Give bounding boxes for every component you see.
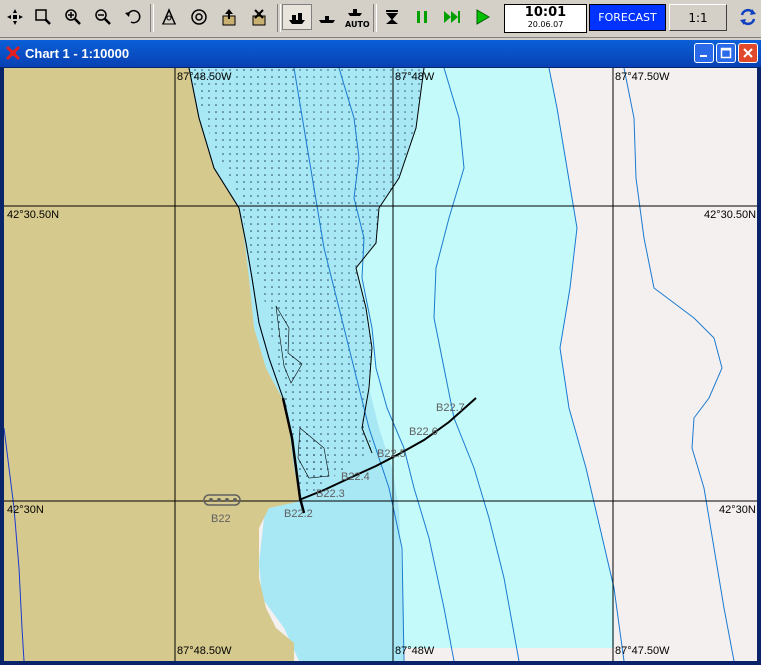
longitude-label: 87°48.50W: [177, 71, 232, 83]
toolbar-separator: [373, 4, 377, 32]
buoy-label[interactable]: B22.7: [436, 402, 465, 414]
chart-map: [4, 68, 757, 661]
buoy-label[interactable]: B22.6: [409, 426, 438, 438]
undo-zoom-icon[interactable]: [120, 4, 146, 30]
route-icon[interactable]: [156, 4, 182, 30]
clock-time: 10:01: [524, 5, 567, 20]
zoom-out-icon[interactable]: [90, 4, 116, 30]
vessel-icon[interactable]: [314, 4, 340, 30]
step-down-icon[interactable]: [379, 4, 405, 30]
zoom-in-icon[interactable]: [60, 4, 86, 30]
delete-icon[interactable]: [246, 4, 272, 30]
window-title: Chart 1 - 1:10000: [25, 46, 130, 61]
buoy-label[interactable]: B22.2: [284, 508, 313, 520]
latitude-label: 42°30.50N: [704, 209, 757, 221]
buoy-label[interactable]: B22: [211, 513, 231, 525]
longitude-label: 87°47.50W: [615, 645, 670, 657]
buoy-label[interactable]: B22.4: [341, 471, 370, 483]
chart-window: Chart 1 - 1:10000 87°48.50W 87°48W 87°47…: [0, 40, 761, 665]
ship-icon[interactable]: [282, 4, 312, 30]
longitude-label: 87°47.50W: [615, 71, 670, 83]
toolbar-separator: [277, 4, 281, 32]
window-titlebar[interactable]: Chart 1 - 1:10000: [0, 40, 761, 67]
clock-display: 10:01 20.06.07: [504, 4, 587, 33]
longitude-label: 87°48W: [395, 71, 435, 83]
buoy-label[interactable]: B22.3: [316, 488, 345, 500]
auto-icon[interactable]: AUTO: [342, 4, 370, 30]
scale-button[interactable]: 1:1: [669, 4, 727, 31]
close-icon: [743, 48, 753, 58]
play-icon[interactable]: [469, 4, 495, 30]
latitude-label: 42°30N: [7, 504, 44, 516]
clock-date: 20.06.07: [527, 20, 564, 29]
auto-label: AUTO: [345, 20, 370, 29]
minimize-icon: [700, 55, 707, 57]
maximize-icon: [720, 47, 732, 59]
toolbar-separator: [150, 4, 154, 32]
zoom-window-icon[interactable]: [30, 4, 56, 30]
target-icon[interactable]: [186, 4, 212, 30]
toolbar: AUTO 10:01 20.06.07 FORECAST 1:1: [0, 0, 761, 38]
latitude-label: 42°30.50N: [7, 209, 60, 221]
longitude-label: 87°48W: [395, 645, 435, 657]
pan-icon[interactable]: [2, 4, 28, 30]
latitude-label: 42°30N: [719, 504, 756, 516]
close-button[interactable]: [738, 43, 758, 63]
sync-icon[interactable]: [735, 4, 761, 30]
chart-window-icon: [5, 45, 21, 61]
fast-forward-icon[interactable]: [439, 4, 465, 30]
minimize-button[interactable]: [694, 43, 714, 63]
buoy-label[interactable]: B22.5: [377, 448, 406, 460]
forecast-button[interactable]: FORECAST: [589, 4, 666, 31]
longitude-label: 87°48.50W: [177, 645, 232, 657]
chart-canvas[interactable]: 87°48.50W 87°48W 87°47.50W 87°48.50W 87°…: [4, 68, 757, 661]
pause-icon[interactable]: [409, 4, 435, 30]
maximize-button[interactable]: [716, 43, 736, 63]
export-icon[interactable]: [216, 4, 242, 30]
